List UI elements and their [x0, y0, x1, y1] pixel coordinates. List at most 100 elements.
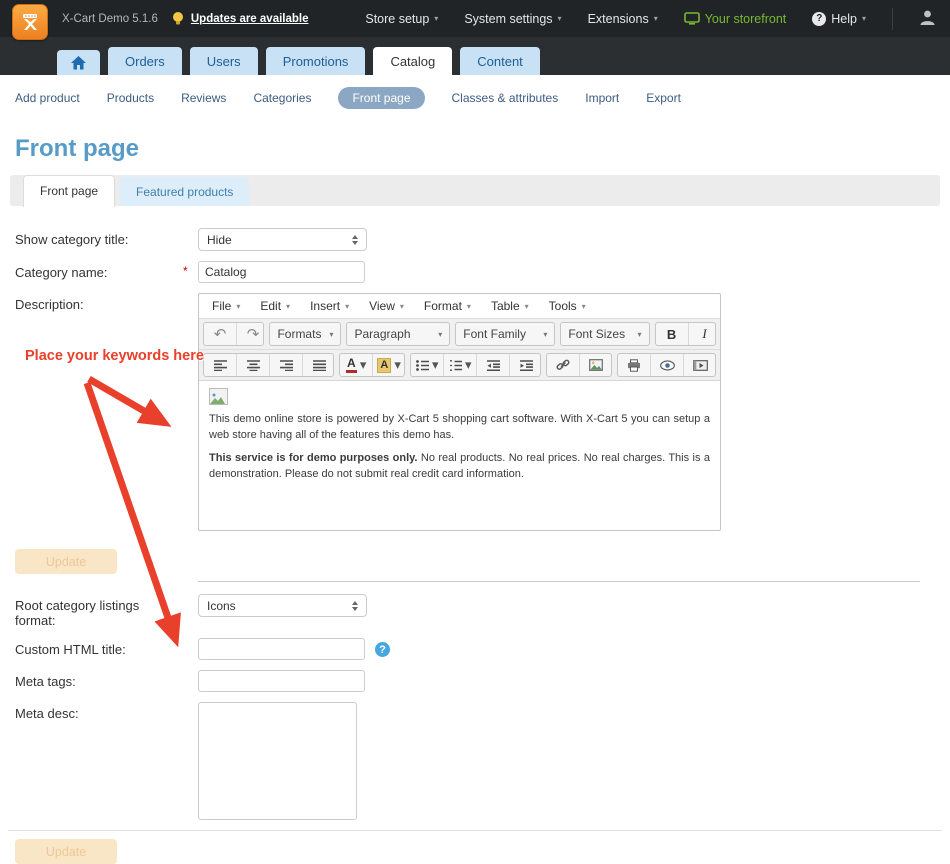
editor-paragraph: This service is for demo purposes only. …	[209, 451, 710, 483]
chevron-down-icon: ▾	[654, 14, 658, 23]
subnav-categories[interactable]: Categories	[253, 91, 311, 105]
front-page-form: Show category title: Hide Category name:…	[0, 228, 950, 864]
help-tooltip-icon[interactable]: ?	[375, 642, 390, 657]
row-description: Description: File▾ Edit▾ Insert▾ View▾ F…	[15, 293, 950, 531]
editor-toolbar-row1: ↶ ↷ Formats▾ Paragraph▾ Font Family▾ Fon…	[199, 319, 720, 350]
editor-paragraph: This demo online store is powered by X-C…	[209, 412, 710, 444]
paragraph-dropdown[interactable]: Paragraph▾	[346, 322, 450, 346]
update-button-top[interactable]: Update	[15, 549, 117, 574]
menu-extensions[interactable]: Extensions ▾	[588, 12, 658, 26]
background-color-button[interactable]: A ▾	[373, 354, 405, 376]
tab-featured-products[interactable]: Featured products	[120, 177, 249, 206]
subnav-import[interactable]: Import	[585, 91, 619, 105]
keywords-annotation: Place your keywords here	[25, 348, 204, 364]
meta-tags-input[interactable]	[198, 670, 365, 692]
row-root-category-format: Root category listings format: Icons	[15, 594, 950, 628]
preview-button[interactable]	[651, 354, 684, 376]
tab-home[interactable]	[57, 50, 100, 75]
main-nav-band: Orders Users Promotions Catalog Content	[0, 37, 950, 75]
subnav-classes-attributes[interactable]: Classes & attributes	[452, 91, 559, 105]
tab-promotions[interactable]: Promotions	[266, 47, 366, 75]
chevron-down-icon: ▾	[558, 14, 562, 23]
tab-users[interactable]: Users	[190, 47, 258, 75]
meta-desc-textarea[interactable]	[198, 702, 357, 820]
tab-orders[interactable]: Orders	[108, 47, 182, 75]
align-justify-button[interactable]	[303, 354, 334, 376]
insert-image-button[interactable]	[580, 354, 612, 376]
chevron-down-icon: ▾	[862, 14, 866, 23]
xcart-logo-icon	[19, 11, 41, 33]
font-family-dropdown[interactable]: Font Family▾	[455, 322, 555, 346]
editor-menu-table[interactable]: Table▾	[482, 296, 538, 316]
menu-store-setup[interactable]: Store setup ▾	[365, 12, 438, 26]
help-menu[interactable]: ? Help ▾	[812, 12, 866, 26]
row-show-category-title: Show category title: Hide	[15, 228, 950, 251]
field-label: Custom HTML title:	[15, 638, 183, 657]
numbered-list-button[interactable]: ▾	[444, 354, 477, 376]
subnav-front-page-active[interactable]: Front page	[338, 87, 424, 109]
section-divider	[198, 581, 920, 582]
align-right-button[interactable]	[270, 354, 303, 376]
insert-media-button[interactable]	[684, 354, 716, 376]
formats-dropdown[interactable]: Formats▾	[269, 322, 341, 346]
editor-content-area[interactable]: This demo online store is powered by X-C…	[199, 381, 720, 530]
show-category-title-select[interactable]: Hide	[198, 228, 367, 251]
root-category-format-select[interactable]: Icons	[198, 594, 367, 617]
tab-front-page[interactable]: Front page	[23, 175, 115, 207]
topbar-divider	[892, 8, 893, 30]
field-label: Show category title:	[15, 228, 183, 247]
tab-content[interactable]: Content	[460, 47, 540, 75]
page-tabs: Front page Featured products	[10, 175, 940, 206]
subnav-export[interactable]: Export	[646, 91, 681, 105]
menu-system-settings[interactable]: System settings ▾	[464, 12, 561, 26]
insert-link-button[interactable]	[547, 354, 580, 376]
editor-toolbar-row2: A ▾ A ▾ ▾ ▾	[199, 350, 720, 381]
chevron-down-icon: ▾	[465, 357, 472, 373]
main-tabs: Orders Users Promotions Catalog Content	[57, 47, 540, 75]
align-left-button[interactable]	[204, 354, 237, 376]
editor-menu-edit[interactable]: Edit▾	[251, 296, 299, 316]
font-sizes-dropdown[interactable]: Font Sizes▾	[560, 322, 649, 346]
align-center-button[interactable]	[237, 354, 270, 376]
your-storefront-link[interactable]: Your storefront	[684, 12, 787, 26]
tab-catalog[interactable]: Catalog	[373, 47, 452, 75]
chevron-down-icon: ▾	[432, 357, 439, 373]
subnav-add-product[interactable]: Add product	[15, 91, 80, 105]
xcart-logo[interactable]	[12, 4, 48, 40]
bold-button[interactable]: B	[656, 323, 689, 345]
update-button-bottom[interactable]: Update	[15, 839, 117, 864]
user-icon	[919, 9, 936, 26]
row-meta-desc: Meta desc:	[15, 702, 950, 820]
broken-image-icon	[209, 388, 228, 405]
editor-menu-tools[interactable]: Tools▾	[540, 296, 595, 316]
outdent-button[interactable]	[477, 354, 510, 376]
editor-menu-file[interactable]: File▾	[203, 296, 249, 316]
custom-html-title-input[interactable]	[198, 638, 365, 660]
updates-available-link[interactable]: Updates are available	[191, 13, 309, 25]
lightbulb-icon	[172, 11, 184, 27]
catalog-subnav: Add product Products Reviews Categories …	[15, 87, 950, 109]
subnav-products[interactable]: Products	[107, 91, 154, 105]
editor-menu-format[interactable]: Format▾	[415, 296, 480, 316]
account-menu[interactable]	[919, 9, 936, 29]
editor-menu-insert[interactable]: Insert▾	[301, 296, 358, 316]
field-label: Description:	[15, 293, 183, 312]
undo-button[interactable]: ↶	[204, 323, 237, 345]
bullet-list-button[interactable]: ▾	[411, 354, 444, 376]
italic-button[interactable]: I	[689, 323, 716, 345]
row-custom-html-title: Custom HTML title: ?	[15, 638, 950, 660]
category-name-input[interactable]	[198, 261, 365, 283]
select-arrows-icon	[352, 235, 358, 245]
text-color-button[interactable]: A ▾	[340, 354, 373, 376]
top-menu: Store setup ▾ System settings ▾ Extensio…	[365, 8, 950, 30]
row-meta-tags: Meta tags:	[15, 670, 950, 692]
monitor-icon	[684, 12, 700, 25]
indent-button[interactable]	[510, 354, 541, 376]
redo-button[interactable]: ↷	[237, 323, 264, 345]
editor-menubar: File▾ Edit▾ Insert▾ View▾ Format▾ Table▾…	[199, 294, 720, 319]
print-button[interactable]	[618, 354, 651, 376]
bottom-divider	[8, 830, 942, 831]
editor-menu-view[interactable]: View▾	[360, 296, 413, 316]
field-label: Meta desc:	[15, 702, 183, 721]
subnav-reviews[interactable]: Reviews	[181, 91, 226, 105]
